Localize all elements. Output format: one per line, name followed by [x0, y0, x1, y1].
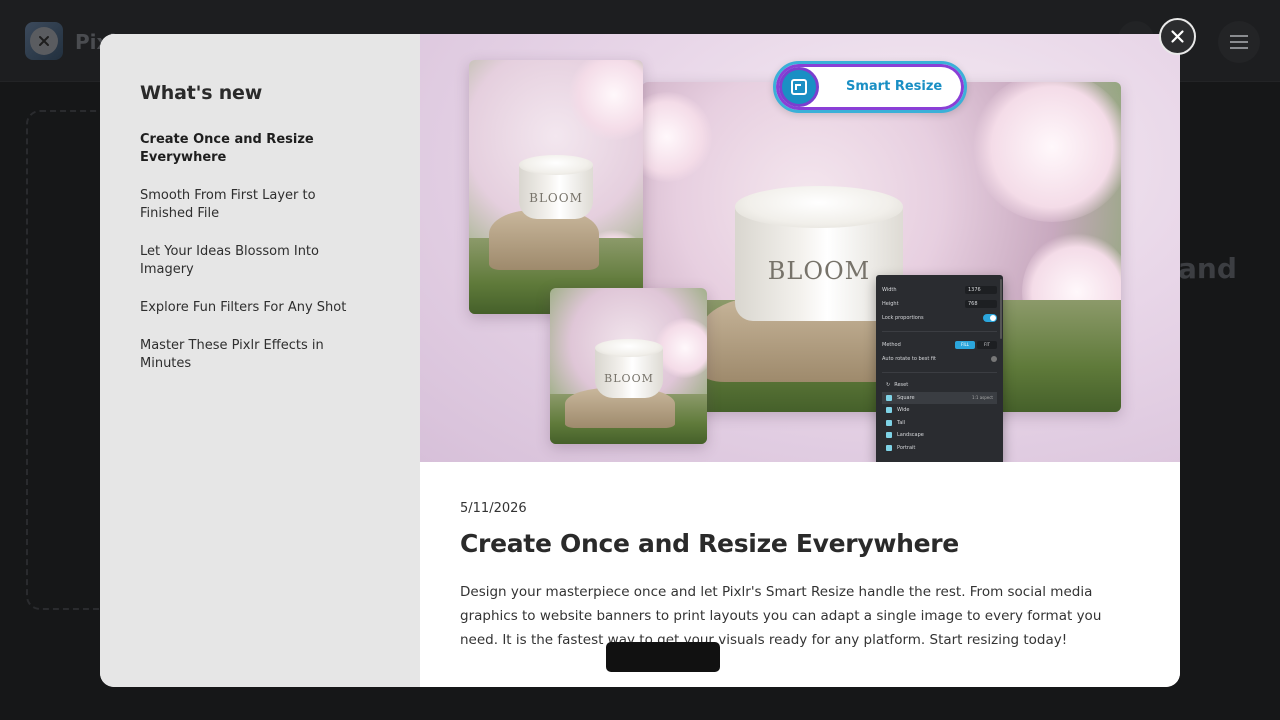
preset-label: Square	[897, 394, 915, 401]
close-icon	[1171, 30, 1184, 43]
method-label: Method	[882, 342, 901, 348]
auto-rotate-toggle	[991, 356, 997, 362]
method-fit: FIT	[977, 341, 997, 349]
article-body: Design your masterpiece once and let Pix…	[460, 584, 1102, 648]
news-item-pixlr-effects[interactable]: Master These Pixlr Effects in Minutes	[140, 337, 380, 373]
whats-new-modal: What's new Create Once and Resize Everyw…	[100, 34, 1180, 687]
news-item-fun-filters[interactable]: Explore Fun Filters For Any Shot	[140, 299, 380, 317]
width-label: Width	[882, 287, 897, 293]
preset-label: Landscape	[897, 432, 924, 439]
news-item-smooth-first-layer[interactable]: Smooth From First Layer to Finished File	[140, 187, 380, 223]
small-product-photo: BLOOM	[550, 288, 707, 444]
news-list: Create Once and Resize Everywhere Smooth…	[140, 131, 380, 373]
smart-resize-badge: Smart Resize	[773, 61, 967, 113]
article-cta-button[interactable]	[606, 642, 720, 672]
sidebar-title: What's new	[140, 82, 263, 104]
preset-square: Square 1:1 aspect	[882, 391, 997, 404]
news-item-create-once-resize[interactable]: Create Once and Resize Everywhere	[140, 131, 380, 167]
smart-resize-label: Smart Resize	[846, 79, 943, 94]
reset-label: Reset	[894, 382, 909, 389]
preset-label: Wide	[897, 407, 910, 414]
preset-wide: Wide	[882, 404, 997, 417]
background-heading-fragment: and	[1178, 252, 1237, 285]
background-dropzone	[26, 110, 106, 610]
jar-label: BLOOM	[529, 191, 583, 205]
preset-landscape: Landscape	[882, 429, 997, 442]
height-label: Height	[882, 301, 899, 307]
article-date: 5/11/2026	[460, 501, 527, 516]
auto-rotate-label: Auto rotate to best fit	[882, 356, 936, 362]
close-icon	[30, 27, 58, 55]
resize-settings-panel: Width 1376 Height 768 Lock proportions Met…	[876, 275, 1003, 462]
lock-proportions-label: Lock proportions	[882, 315, 924, 321]
news-item-ideas-blossom[interactable]: Let Your Ideas Blossom Into Imagery	[140, 243, 380, 279]
preset-label: Tall	[897, 419, 906, 426]
article: 5/11/2026 Create Once and Resize Everywh…	[420, 462, 1180, 652]
height-value: 768	[965, 300, 997, 308]
jar-label: BLOOM	[604, 372, 654, 385]
preset-portrait: Portrait	[882, 442, 997, 455]
reset-item: ↻ Reset	[882, 379, 997, 392]
hero-image: BLOOM BLOOM BLOOM Smart Resize Width 137…	[420, 34, 1180, 462]
reset-icon: ↻	[886, 382, 891, 389]
modal-close-button[interactable]	[1159, 18, 1196, 55]
tall-product-photo: BLOOM	[469, 60, 643, 314]
whats-new-sidebar: What's new Create Once and Resize Everyw…	[100, 34, 420, 687]
hamburger-menu-icon[interactable]	[1218, 21, 1260, 63]
method-fill: FILL	[955, 341, 975, 349]
preset-label: Portrait	[897, 444, 916, 451]
resize-icon	[779, 67, 819, 107]
lock-toggle	[983, 314, 997, 322]
width-value: 1376	[965, 286, 997, 294]
preset-meta: 1:1 aspect	[971, 395, 993, 401]
preset-tall: Tall	[882, 417, 997, 430]
article-title: Create Once and Resize Everywhere	[460, 529, 959, 558]
news-content: BLOOM BLOOM BLOOM Smart Resize Width 137…	[420, 34, 1180, 687]
